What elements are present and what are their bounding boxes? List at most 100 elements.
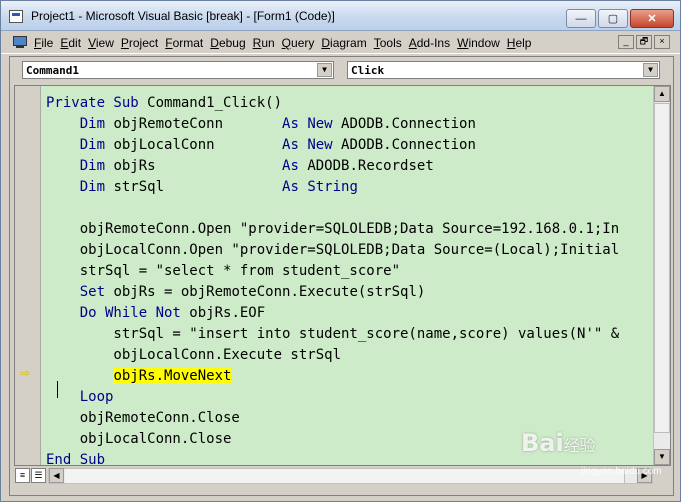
execution-point-arrow-icon: ⇨: [20, 366, 31, 380]
code-keyword: End Sub: [46, 452, 106, 466]
code-line[interactable]: objRemoteConn.Close: [46, 408, 656, 429]
baidu-watermark: Bai经验: [521, 429, 596, 457]
scroll-left-arrow-icon[interactable]: ◀: [49, 468, 64, 483]
code-line[interactable]: Do While Not objRs.EOF: [46, 303, 656, 324]
code-editor[interactable]: ⇨ Private Sub Command1_Click() Dim objRe…: [14, 85, 671, 466]
code-line[interactable]: Loop: [46, 387, 656, 408]
maximize-button[interactable]: ▢: [598, 9, 628, 28]
menu-window[interactable]: Window: [457, 36, 500, 50]
code-line[interactable]: Private Sub Command1_Click(): [46, 93, 656, 114]
menu-items: File Edit View Project Format Debug Run Query Di…: [34, 36, 538, 50]
object-combo-value: Command1: [26, 64, 79, 77]
menu-bar: File Edit View Project Format Debug Run Query Di…: [1, 32, 680, 54]
code-keyword: As: [282, 158, 299, 174]
watermark-suffix: 经验: [563, 436, 596, 455]
menu-tools[interactable]: Tools: [374, 36, 402, 50]
menu-edit[interactable]: Edit: [60, 36, 81, 50]
code-keyword: Loop: [79, 389, 114, 405]
vb-app-icon[interactable]: [9, 10, 23, 23]
code-token: ADODB.Recordset: [298, 158, 434, 174]
menu-view[interactable]: View: [88, 36, 114, 50]
code-keyword: Dim: [79, 116, 106, 132]
code-line[interactable]: Dim strSql As String: [46, 177, 656, 198]
caption-buttons: — ▢ ✕: [566, 9, 674, 28]
procedure-combo[interactable]: Click ▼: [347, 61, 660, 79]
code-keyword: Dim: [79, 158, 106, 174]
code-line[interactable]: strSql = "select * from student_score": [46, 261, 656, 282]
code-keyword: As New: [282, 116, 333, 132]
code-keyword: Dim: [79, 179, 106, 195]
code-line[interactable]: objRs.MoveNext: [46, 366, 656, 387]
menu-debug[interactable]: Debug: [210, 36, 245, 50]
code-line[interactable]: objLocalConn.Open "provider=SQLOLEDB;Dat…: [46, 240, 656, 261]
margin-indicator-bar[interactable]: ⇨: [15, 86, 41, 465]
code-token: objRemoteConn.Close: [46, 410, 240, 426]
code-text[interactable]: Private Sub Command1_Click() Dim objRemo…: [46, 93, 656, 466]
mdi-child-buttons: _ 🗗 ×: [618, 35, 670, 49]
code-line[interactable]: Dim objLocalConn As New ADODB.Connection: [46, 135, 656, 156]
code-token: Command1_Click(): [147, 95, 283, 111]
close-button[interactable]: ✕: [630, 9, 674, 28]
menu-diagram[interactable]: Diagram: [321, 36, 366, 50]
object-combo[interactable]: Command1 ▼: [22, 61, 334, 79]
code-token: strSql: [105, 179, 283, 195]
dropdown-arrow-icon[interactable]: ▼: [643, 63, 658, 77]
code-token: objLocalConn: [105, 137, 283, 153]
code-line[interactable]: Set objRs = objRemoteConn.Execute(strSql…: [46, 282, 656, 303]
watermark-brand: Bai: [521, 429, 564, 457]
child-minimize-button[interactable]: _: [618, 35, 634, 49]
menu-format[interactable]: Format: [165, 36, 203, 50]
menu-add-ins[interactable]: Add-Ins: [409, 36, 450, 50]
code-line[interactable]: Dim objRemoteConn As New ADODB.Connectio…: [46, 114, 656, 135]
full-module-view-icon[interactable]: ☰: [31, 468, 46, 483]
code-keyword: Set: [79, 284, 106, 300]
code-line[interactable]: strSql = "insert into student_score(name…: [46, 324, 656, 345]
bottom-bar: ≡ ☰ ◀ ▶: [14, 467, 671, 485]
form-window-icon[interactable]: [12, 36, 28, 49]
watermark-url: jingyan.baidu.com: [581, 466, 662, 477]
vertical-scroll-thumb[interactable]: [654, 103, 670, 433]
code-token: objRemoteConn: [105, 116, 283, 132]
code-token: objRs = objRemoteConn.Execute(strSql): [105, 284, 426, 300]
code-token: objLocalConn.Execute strSql: [46, 347, 342, 363]
code-token: ADODB.Connection: [332, 116, 476, 132]
scroll-down-arrow-icon[interactable]: ▼: [654, 449, 670, 465]
menu-query[interactable]: Query: [282, 36, 315, 50]
menu-help[interactable]: Help: [507, 36, 532, 50]
procedure-view-icon[interactable]: ≡: [15, 468, 30, 483]
title-bar[interactable]: Project1 - Microsoft Visual Basic [break…: [1, 1, 680, 31]
code-line[interactable]: objRemoteConn.Open "provider=SQLOLEDB;Da…: [46, 219, 656, 240]
child-close-button[interactable]: ×: [654, 35, 670, 49]
code-token: strSql = "insert into student_score(name…: [46, 326, 620, 342]
minimize-button[interactable]: —: [566, 9, 596, 28]
code-keyword: Dim: [79, 137, 106, 153]
vertical-scrollbar[interactable]: ▲ ▼: [653, 86, 670, 465]
code-line[interactable]: [46, 198, 656, 219]
vb-ide-window: Project1 - Microsoft Visual Basic [break…: [0, 0, 681, 502]
procedure-combo-value: Click: [351, 64, 385, 77]
code-keyword: Do While Not: [79, 305, 181, 321]
scroll-up-arrow-icon[interactable]: ▲: [654, 86, 670, 102]
menu-run[interactable]: Run: [253, 36, 275, 50]
code-token: objRs: [105, 158, 283, 174]
code-keyword: As String: [282, 179, 358, 195]
menu-file[interactable]: File: [34, 36, 53, 50]
menu-project[interactable]: Project: [121, 36, 158, 50]
child-restore-button[interactable]: 🗗: [636, 35, 652, 49]
code-keyword: As New: [282, 137, 333, 153]
code-token: objLocalConn.Close: [46, 431, 232, 447]
dropdown-arrow-icon[interactable]: ▼: [317, 63, 332, 77]
code-token: objRs.EOF: [180, 305, 266, 321]
code-line[interactable]: objLocalConn.Execute strSql: [46, 345, 656, 366]
horizontal-scrollbar[interactable]: ◀ ▶: [48, 468, 653, 484]
horizontal-scroll-thumb[interactable]: [65, 469, 625, 483]
code-token: objLocalConn.Open "provider=SQLOLEDB;Dat…: [46, 242, 620, 258]
code-line[interactable]: Dim objRs As ADODB.Recordset: [46, 156, 656, 177]
